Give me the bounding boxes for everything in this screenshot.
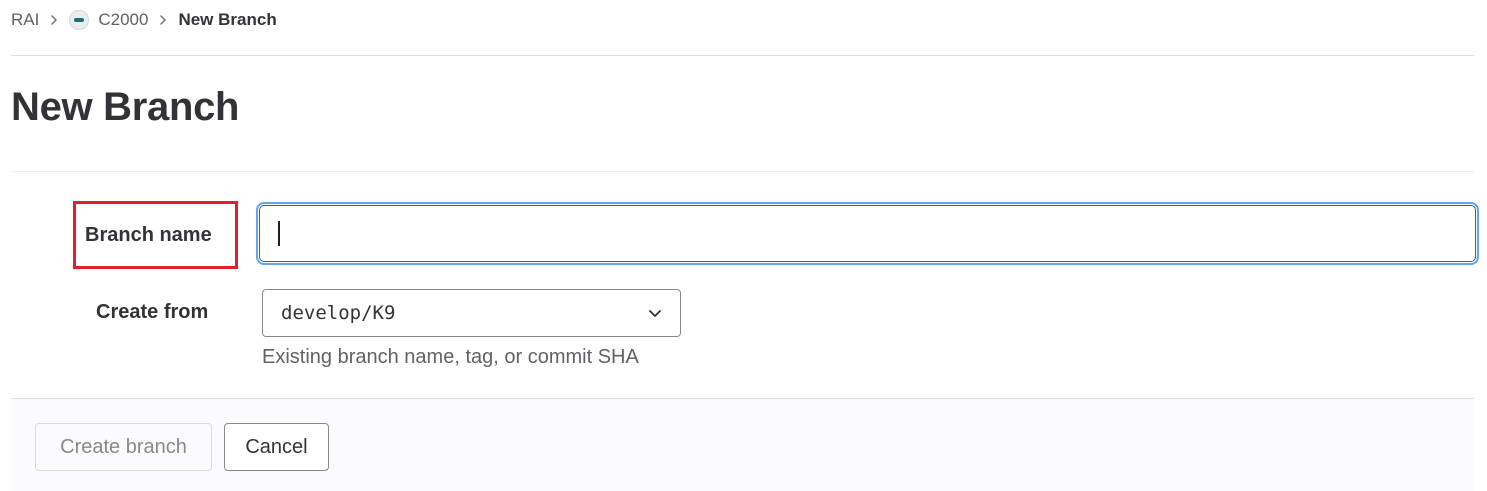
title-divider — [11, 171, 1474, 172]
text-cursor — [278, 221, 280, 246]
branch-name-label: Branch name — [73, 201, 238, 269]
header-divider — [11, 55, 1474, 56]
new-branch-page: RAI C2000 New Branch New Branch Branch n… — [0, 0, 1487, 491]
project-avatar-icon — [69, 10, 90, 30]
chevron-down-icon — [648, 309, 662, 318]
cancel-button[interactable]: Cancel — [224, 423, 329, 471]
breadcrumb-group-link[interactable]: RAI — [11, 10, 39, 30]
create-from-label: Create from — [96, 301, 209, 323]
branch-name-label-text: Branch name — [85, 223, 212, 246]
breadcrumb: RAI C2000 New Branch — [11, 8, 277, 32]
page-title: New Branch — [11, 85, 240, 129]
chevron-right-icon — [50, 14, 58, 26]
create-from-dropdown[interactable]: develop/K9 — [262, 289, 681, 337]
breadcrumb-current[interactable]: New Branch — [178, 10, 276, 30]
chevron-right-icon — [159, 14, 167, 26]
create-from-value: develop/K9 — [281, 302, 396, 324]
form-actions: Create branch Cancel — [11, 398, 1474, 491]
branch-name-field[interactable] — [259, 205, 1476, 262]
create-branch-button[interactable]: Create branch — [35, 423, 212, 471]
branch-name-input[interactable] — [260, 206, 1475, 261]
create-from-help-text: Existing branch name, tag, or commit SHA — [262, 346, 639, 368]
breadcrumb-project-link[interactable]: C2000 — [98, 10, 148, 30]
